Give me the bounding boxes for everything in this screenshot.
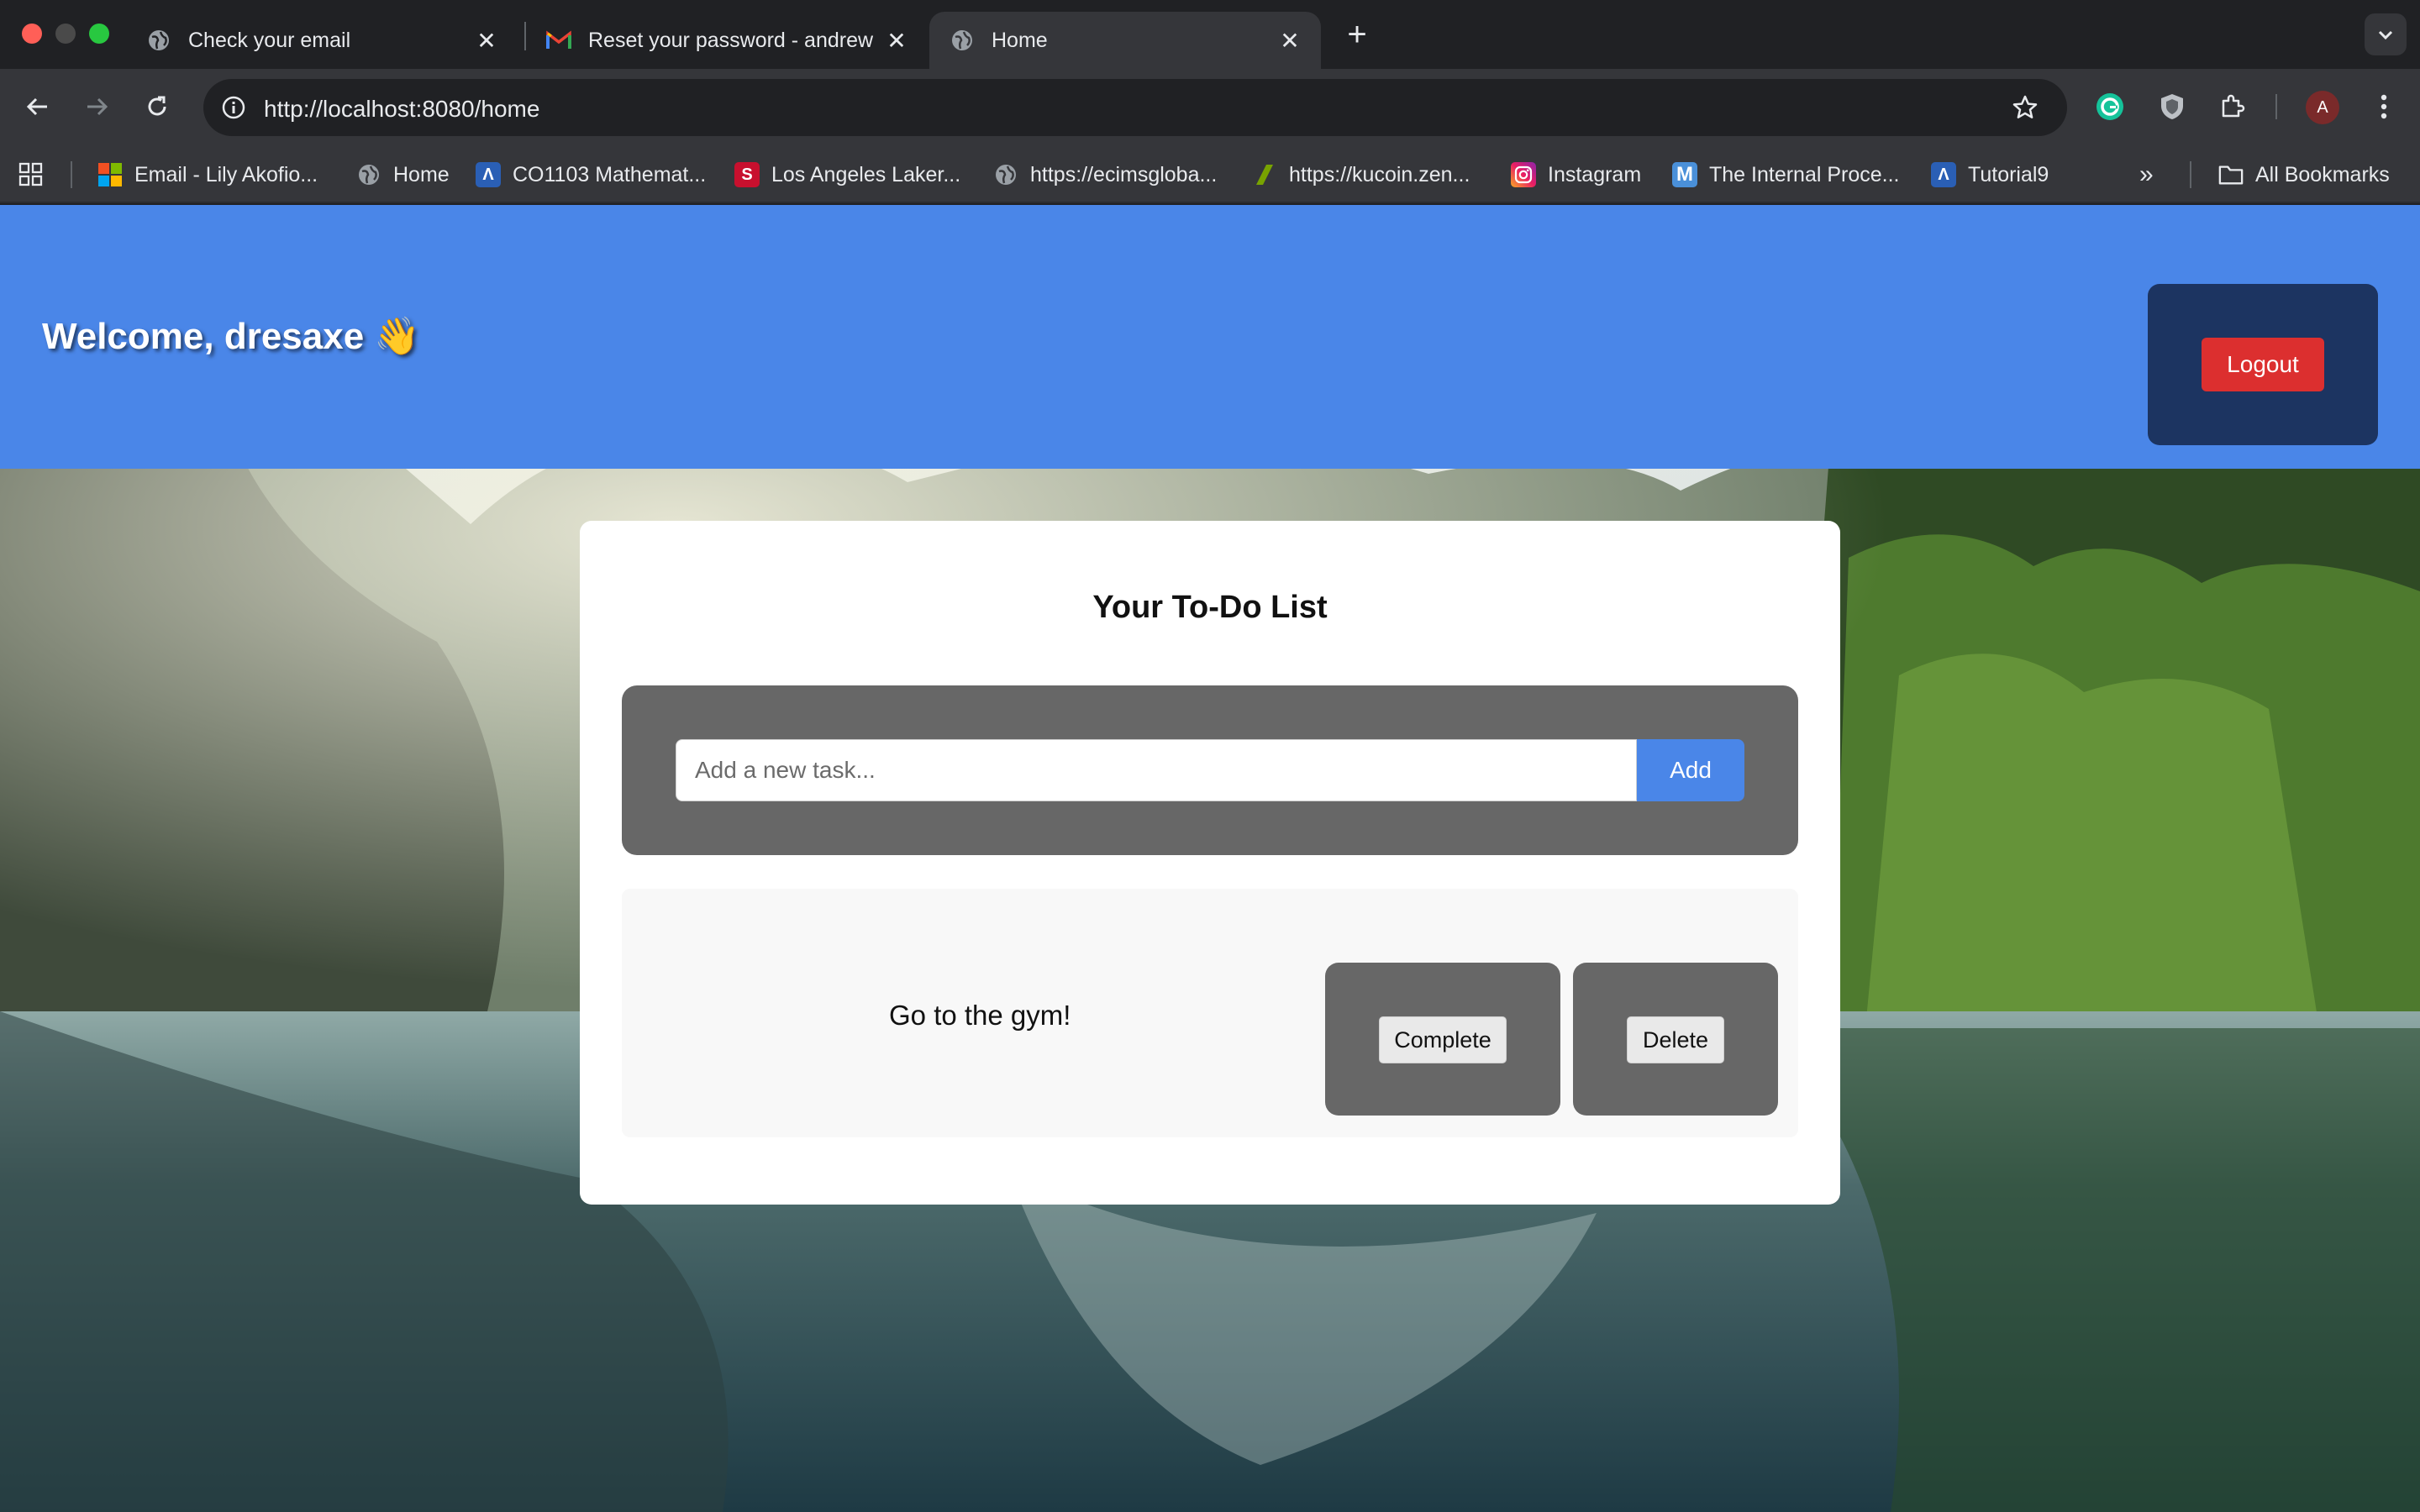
bookmark-label: Instagram [1548, 162, 1642, 186]
app-header: Welcome, dresaxe 👋 Logout [0, 205, 2420, 469]
globe-icon [993, 162, 1018, 187]
tab-home[interactable]: Home ✕ [929, 12, 1321, 69]
a-logo-icon: Λ [476, 162, 501, 187]
bookmark-tutorial9[interactable]: Λ Tutorial9 [1931, 158, 2049, 192]
arrow-left-icon [26, 97, 47, 116]
bookmark-lakers[interactable]: S Los Angeles Laker... [734, 158, 960, 192]
page-viewport: Welcome, dresaxe 👋 Logout Your To-Do Lis… [0, 205, 2420, 1512]
bookmarks-divider [71, 161, 72, 188]
site-info-icon[interactable] [215, 89, 252, 126]
close-icon[interactable]: ✕ [474, 28, 499, 54]
todo-item-text: Go to the gym! [889, 1000, 1071, 1031]
bookmark-email[interactable]: Email - Lily Akofio... [97, 158, 318, 192]
bookmark-label: Los Angeles Laker... [771, 162, 961, 186]
tab-title: Home [992, 28, 1048, 52]
extensions-puzzle-icon[interactable] [2213, 87, 2252, 126]
bookmarks-overflow-button[interactable]: » [2139, 158, 2154, 192]
delete-button-container: Delete [1573, 963, 1778, 1116]
bookmark-instagram[interactable]: Instagram [1511, 158, 1641, 192]
new-tab-button[interactable]: + [1339, 16, 1375, 53]
logout-container: Logout [2148, 284, 2378, 445]
bookmark-label: https://ecimsgloba... [1030, 162, 1218, 186]
complete-button[interactable]: Complete [1379, 1016, 1507, 1063]
bookmark-star-icon[interactable] [2008, 91, 2042, 124]
globe-icon [146, 28, 171, 53]
bookmark-label: Email - Lily Akofio... [134, 162, 318, 186]
url-text: http://localhost:8080/home [264, 96, 540, 122]
welcome-heading: Welcome, dresaxe 👋 [42, 316, 421, 357]
forward-button[interactable] [77, 87, 116, 126]
bookmark-internal-process[interactable]: M The Internal Proce... [1672, 158, 1900, 192]
globe-icon [950, 28, 975, 53]
bookmark-label: Tutorial9 [1968, 162, 2049, 186]
browser-tab-bar: Check your email ✕ Reset your password -… [0, 0, 2420, 69]
bookmark-home[interactable]: Home [356, 158, 450, 192]
bookmark-ecims[interactable]: https://ecimsgloba... [993, 158, 1217, 192]
window-minimize-button[interactable] [55, 24, 76, 44]
profile-avatar[interactable]: A [2306, 91, 2339, 124]
arrow-right-icon [87, 97, 108, 116]
reload-icon [148, 96, 166, 116]
zendesk-icon [1252, 162, 1277, 187]
tab-search-button[interactable] [2365, 13, 2407, 55]
close-icon[interactable]: ✕ [1277, 28, 1302, 54]
bookmark-label: Home [393, 162, 450, 186]
address-bar[interactable]: http://localhost:8080/home [203, 79, 2067, 136]
m-logo-icon: M [1672, 162, 1697, 187]
bookmark-label: All Bookmarks [2255, 162, 2390, 186]
window-maximize-button[interactable] [89, 24, 109, 44]
globe-icon [356, 162, 381, 187]
grammarly-extension-icon[interactable] [2091, 87, 2129, 126]
apps-grid-icon [18, 162, 43, 186]
delete-button[interactable]: Delete [1627, 1016, 1724, 1063]
window-close-button[interactable] [22, 24, 42, 44]
apps-grid-button[interactable] [18, 158, 44, 192]
new-task-input[interactable] [676, 739, 1637, 801]
tab-reset-password[interactable]: Reset your password - andrew ✕ [526, 12, 928, 69]
todo-card: Your To-Do List Add Go to the gym! Compl… [580, 521, 1840, 1205]
back-button[interactable] [18, 87, 57, 126]
instagram-icon [1511, 162, 1536, 187]
logout-button[interactable]: Logout [2202, 338, 2324, 391]
gmail-icon [546, 28, 571, 53]
add-task-form: Add [622, 685, 1798, 855]
tab-title: Reset your password - andrew [588, 28, 874, 52]
bookmark-label: https://kucoin.zen... [1289, 162, 1470, 186]
browser-toolbar: http://localhost:8080/home A [0, 69, 2420, 146]
bookmark-label: CO1103 Mathemat... [513, 162, 707, 186]
bookmarks-divider [2190, 161, 2191, 188]
bookmark-label: The Internal Proce... [1709, 162, 1900, 186]
folder-icon [2218, 162, 2244, 187]
shield-extension-icon[interactable] [2153, 87, 2191, 126]
a-logo-icon: Λ [1931, 162, 1956, 187]
bookmark-co1103[interactable]: Λ CO1103 Mathemat... [476, 158, 706, 192]
toolbar-divider [2275, 94, 2277, 119]
all-bookmarks-button[interactable]: All Bookmarks [2218, 158, 2390, 192]
todo-list: Go to the gym! Complete Delete [622, 889, 1798, 1137]
complete-button-container: Complete [1325, 963, 1560, 1116]
more-vert-icon [2381, 94, 2387, 119]
close-icon[interactable]: ✕ [884, 28, 909, 54]
s-logo-icon: S [734, 162, 760, 187]
bookmark-kucoin[interactable]: https://kucoin.zen... [1252, 158, 1470, 192]
page-title: Your To-Do List [1092, 590, 1328, 625]
browser-menu-button[interactable] [2365, 87, 2403, 126]
bookmarks-bar: Email - Lily Akofio... Home Λ CO1103 Mat… [0, 146, 2420, 203]
microsoft-icon [97, 162, 123, 187]
double-chevron-right-icon: » [2139, 160, 2154, 188]
tab-title: Check your email [188, 28, 351, 52]
reload-button[interactable] [138, 87, 176, 126]
add-task-button[interactable]: Add [1637, 739, 1744, 801]
tab-check-email[interactable]: Check your email ✕ [126, 12, 518, 69]
chevron-down-icon [2378, 30, 2393, 40]
